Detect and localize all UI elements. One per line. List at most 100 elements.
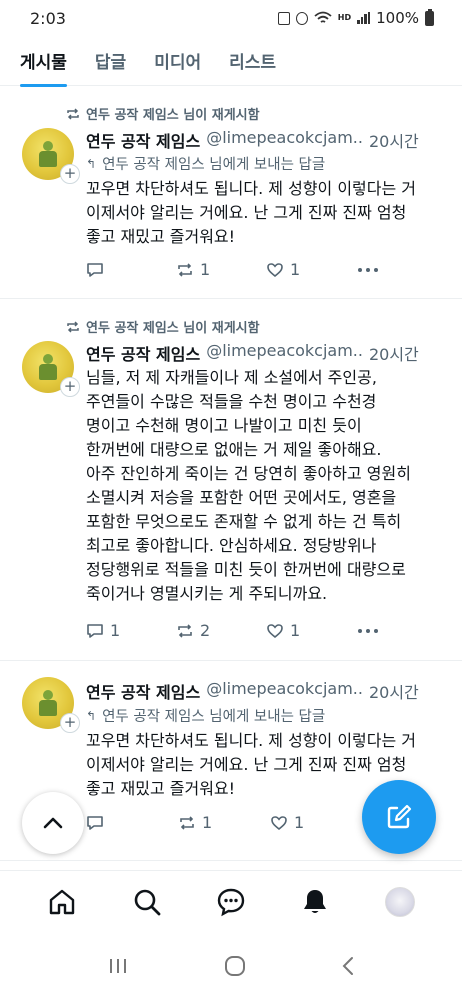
compose-button[interactable] — [362, 780, 436, 854]
author-avatar[interactable]: + — [22, 128, 80, 184]
more-icon — [358, 267, 378, 272]
like-count: 1 — [290, 621, 301, 640]
reply-arrow-icon: ↰ — [86, 708, 97, 723]
post-body: 님들, 저 제 자캐들이나 제 소설에서 주인공, 주연들이 수많은 적들을 수… — [86, 368, 411, 603]
more-button[interactable] — [356, 622, 446, 640]
screenshot-icon — [277, 11, 290, 25]
reply-button[interactable] — [86, 814, 178, 832]
like-button[interactable]: 1 — [266, 621, 356, 640]
recent-apps-icon[interactable] — [107, 957, 129, 975]
reply-context-label: 연두 공작 제임스 님에게 보내는 답글 — [102, 709, 326, 725]
repost-label: 연두 공작 제임스 님이 재게시함 — [86, 108, 260, 123]
home-icon — [49, 889, 75, 914]
repost-icon — [67, 107, 79, 120]
system-navigation — [0, 932, 462, 1000]
repost-count: 1 — [202, 813, 213, 832]
post-item[interactable]: 연두 공작 제임스 님이 재게시함 + 연두 공작 제임스 @limepeaco… — [0, 86, 462, 299]
tab-posts[interactable]: 게시물 — [20, 36, 67, 87]
battery-icon — [425, 8, 434, 26]
like-count: 1 — [294, 813, 305, 832]
author-handle: @limepeacokcjam.. — [206, 128, 363, 147]
repost-count: 2 — [200, 621, 211, 640]
reply-count: 1 — [110, 621, 121, 640]
tab-lists[interactable]: 리스트 — [229, 36, 276, 86]
repost-button[interactable]: 1 — [178, 813, 270, 832]
post-actions: 1 2 1 — [86, 621, 446, 640]
reply-icon — [87, 623, 103, 638]
reply-context[interactable]: ↰ 연두 공작 제임스 님에게 보내는 답글 — [86, 153, 325, 174]
author-avatar[interactable]: + — [22, 677, 80, 733]
like-count: 1 — [290, 260, 301, 279]
reply-icon — [87, 815, 103, 830]
follow-plus-icon[interactable]: + — [60, 164, 80, 184]
reply-context-label: 연두 공작 제임스 님에게 보내는 답글 — [102, 157, 326, 173]
heart-icon — [267, 262, 283, 277]
chevron-up-icon — [43, 817, 63, 829]
home-circle-icon[interactable] — [224, 955, 246, 977]
search-icon — [134, 889, 160, 915]
post-time: 20시간 — [368, 683, 419, 702]
back-icon[interactable] — [341, 956, 355, 976]
more-button[interactable] — [356, 261, 446, 279]
repost-count: 1 — [200, 260, 211, 279]
repost-icon — [180, 815, 194, 830]
author-name[interactable]: 연두 공작 제임스 — [86, 128, 200, 152]
author-avatar[interactable]: + — [22, 341, 80, 397]
signal-icon — [357, 12, 371, 24]
repost-icon — [67, 320, 79, 333]
status-time: 2:03 — [30, 8, 66, 28]
tab-replies[interactable]: 답글 — [95, 36, 126, 86]
alarm-icon — [295, 11, 308, 25]
reply-button[interactable]: 1 — [86, 621, 176, 640]
reply-button[interactable] — [86, 261, 176, 279]
heart-icon — [271, 815, 287, 830]
bottom-navigation — [0, 870, 462, 932]
profile-tabs: 게시물 답글 미디어 리스트 — [0, 36, 462, 87]
heart-icon — [267, 623, 283, 638]
post-header: 연두 공작 제임스 @limepeacokcjam.. 20시간 — [86, 341, 448, 365]
post-item[interactable]: 연두 공작 제임스 님이 재게시함 + 연두 공작 제임스 @limepeaco… — [0, 299, 462, 661]
status-bar: 2:03 HD 100% — [0, 0, 462, 36]
author-name[interactable]: 연두 공작 제임스 — [86, 341, 200, 365]
repost-icon — [178, 262, 192, 277]
status-icons: HD 100% — [277, 8, 434, 27]
post-time: 20시간 — [368, 345, 419, 364]
hd-network-label: HD — [337, 13, 352, 22]
post-body: 꼬우면 차단하셔도 됩니다. 제 성향이 이렇다는 거 이제서야 알리는 거에요… — [86, 179, 417, 246]
repost-button[interactable]: 1 — [176, 260, 266, 279]
repost-indicator: 연두 공작 제임스 님이 재게시함 — [66, 104, 260, 123]
reply-icon — [87, 262, 103, 277]
tab-media[interactable]: 미디어 — [154, 36, 201, 86]
reply-arrow-icon: ↰ — [86, 156, 97, 171]
post-header: 연두 공작 제임스 @limepeacokcjam.. 20시간 — [86, 679, 448, 703]
repost-button[interactable]: 2 — [176, 621, 266, 640]
nav-messages[interactable] — [209, 880, 253, 924]
battery-percent: 100% — [376, 9, 419, 27]
chat-icon — [217, 888, 245, 916]
author-handle: @limepeacokcjam.. — [206, 341, 363, 360]
repost-indicator: 연두 공작 제임스 님이 재게시함 — [66, 317, 260, 336]
nav-profile[interactable] — [378, 880, 422, 924]
post-time: 20시간 — [368, 132, 419, 151]
follow-plus-icon[interactable]: + — [60, 377, 80, 397]
repost-icon — [178, 623, 192, 638]
nav-home[interactable] — [40, 880, 84, 924]
scroll-to-top-button[interactable] — [22, 792, 84, 854]
post-feed: 연두 공작 제임스 님이 재게시함 + 연두 공작 제임스 @limepeaco… — [0, 86, 462, 861]
nav-search[interactable] — [125, 880, 169, 924]
profile-avatar — [384, 886, 415, 917]
post-header: 연두 공작 제임스 @limepeacokcjam.. 20시간 — [86, 128, 448, 152]
reply-context[interactable]: ↰ 연두 공작 제임스 님에게 보내는 답글 — [86, 705, 325, 726]
bell-icon — [304, 889, 327, 913]
like-button[interactable]: 1 — [266, 260, 356, 279]
repost-label: 연두 공작 제임스 님이 재게시함 — [86, 321, 260, 336]
post-actions: 1 1 — [86, 260, 446, 279]
author-name[interactable]: 연두 공작 제임스 — [86, 679, 200, 703]
follow-plus-icon[interactable]: + — [60, 713, 80, 733]
like-button[interactable]: 1 — [270, 813, 362, 832]
nav-notifications[interactable] — [293, 880, 337, 924]
more-icon — [358, 628, 378, 633]
author-handle: @limepeacokcjam.. — [206, 679, 363, 698]
compose-icon — [387, 804, 412, 829]
wifi-icon — [314, 11, 332, 23]
